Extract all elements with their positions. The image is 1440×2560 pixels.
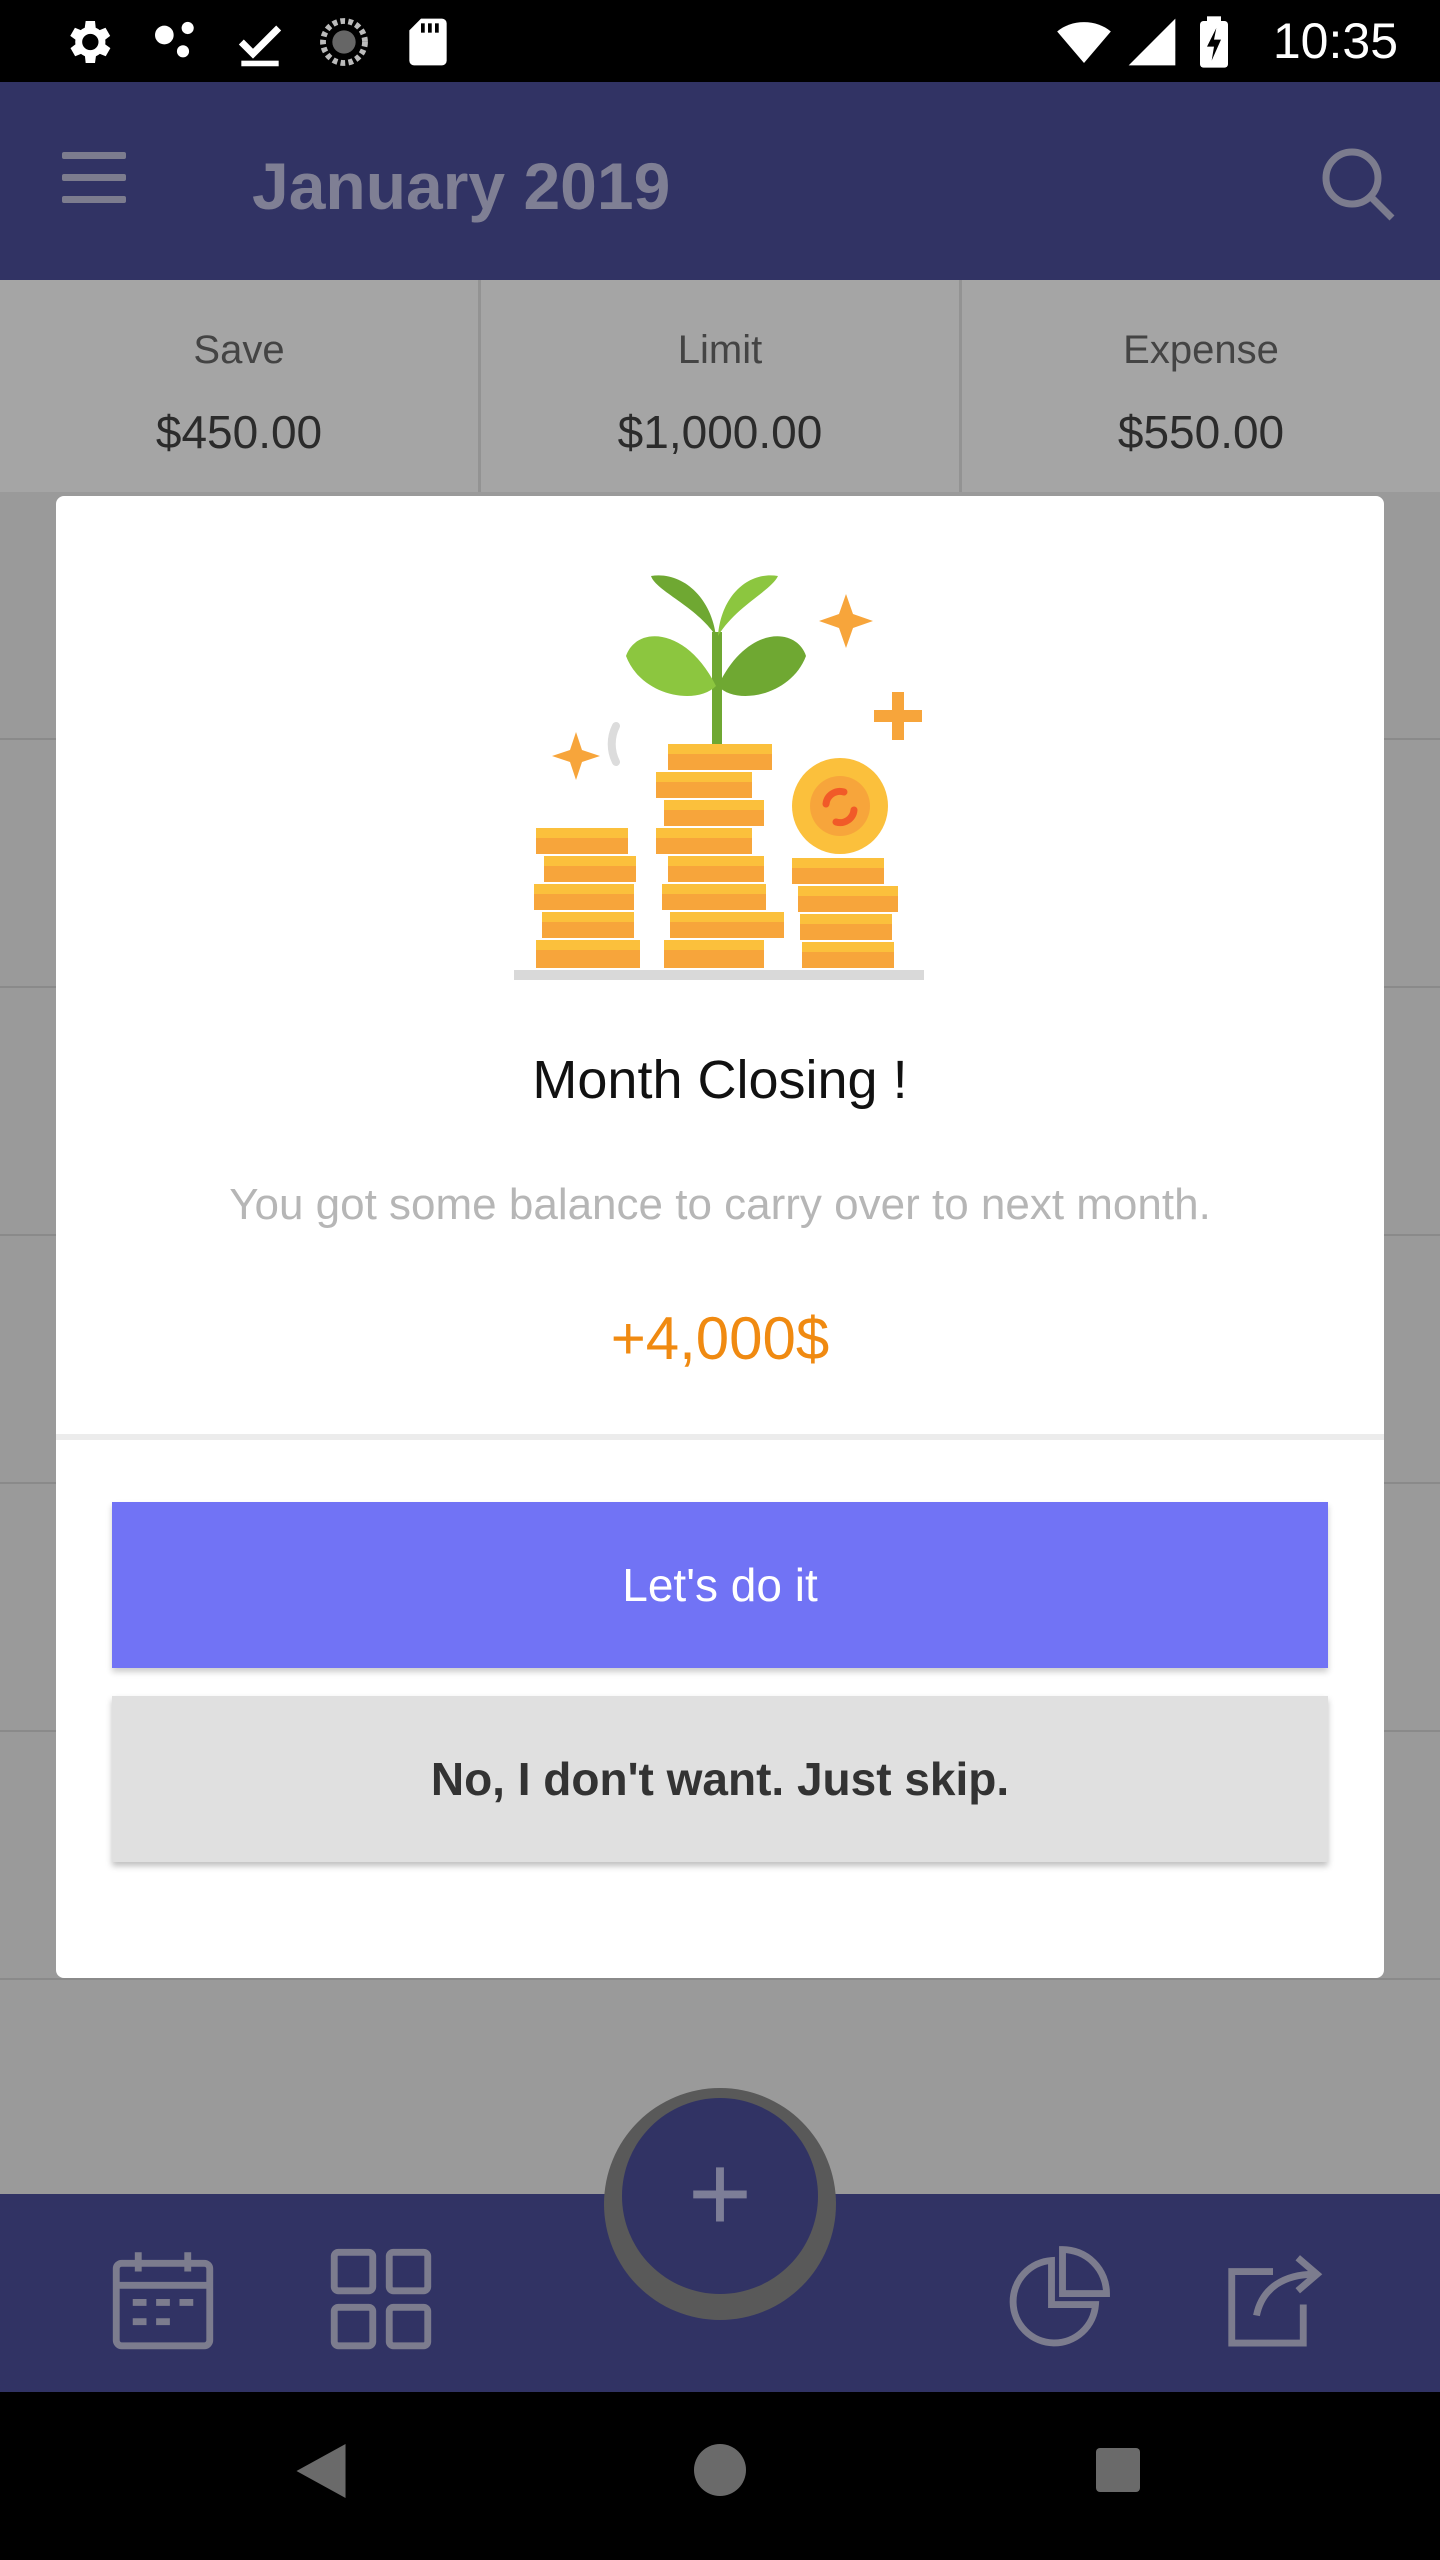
add-button[interactable]: +: [622, 2098, 818, 2294]
summary-value: $450.00: [155, 406, 323, 458]
wifi-icon: [1057, 22, 1111, 63]
download-done-icon: [238, 25, 282, 67]
screen: 10:35 January 2019 Save $450.00 Limit $1…: [0, 0, 1440, 2560]
dialog-title: Month Closing !: [532, 1050, 908, 1110]
summary-expense: Expense $550.00: [962, 280, 1440, 492]
system-nav-bar: [0, 2392, 1440, 2560]
skip-button[interactable]: No, I don't want. Just skip.: [112, 1696, 1328, 1862]
sync-icon: [320, 18, 368, 66]
status-bar: 10:35: [0, 0, 1440, 82]
carry-over-amount: +4,000$: [610, 1305, 830, 1372]
dialog-message: You got some balance to carry over to ne…: [229, 1180, 1211, 1229]
signal-icon: [1128, 18, 1176, 66]
battery-charging-icon: [1200, 16, 1228, 68]
month-closing-dialog: Month Closing ! You got some balance to …: [56, 496, 1384, 1978]
settings-icon: [70, 21, 111, 63]
home-icon[interactable]: [694, 2444, 746, 2496]
summary-limit: Limit $1,000.00: [481, 280, 962, 492]
sd-card-icon: [409, 18, 447, 66]
summary-label: Save: [193, 328, 285, 372]
menu-icon[interactable]: [62, 152, 134, 212]
search-icon[interactable]: [1318, 144, 1398, 224]
summary-label: Limit: [677, 328, 763, 372]
grid-icon[interactable]: [326, 2244, 436, 2354]
page-title: January 2019: [252, 149, 671, 223]
recent-apps-icon[interactable]: [1096, 2448, 1140, 2492]
app-bar: January 2019: [0, 82, 1440, 280]
nodes-icon: [155, 21, 194, 58]
summary-bar: Save $450.00 Limit $1,000.00 Expense $55…: [0, 280, 1440, 492]
divider: [56, 1434, 1384, 1440]
share-icon[interactable]: [1218, 2244, 1328, 2354]
coins-plant-illustration: [514, 575, 924, 980]
summary-label: Expense: [1123, 328, 1279, 372]
summary-save: Save $450.00: [0, 280, 481, 492]
summary-value: $550.00: [1117, 406, 1285, 458]
calendar-icon[interactable]: [108, 2244, 218, 2354]
confirm-button[interactable]: Let's do it: [112, 1502, 1328, 1668]
summary-value: $1,000.00: [617, 406, 823, 458]
clock: 10:35: [1272, 13, 1398, 69]
pie-chart-icon[interactable]: [1002, 2244, 1112, 2354]
back-icon[interactable]: [296, 2444, 346, 2498]
